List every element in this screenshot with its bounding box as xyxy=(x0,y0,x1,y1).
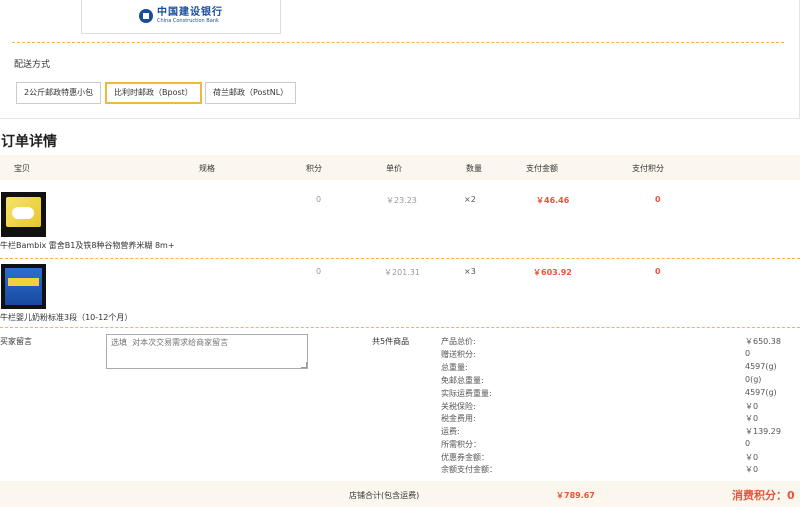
table-header: 宝贝 规格 积分 单价 数量 支付金额 支付积分 xyxy=(0,155,800,180)
item-price: ￥23.23 xyxy=(386,196,417,205)
summary-value: ￥0 xyxy=(745,402,759,411)
store-total-amount: ￥789.67 xyxy=(556,491,595,500)
product-name[interactable]: 牛栏婴儿奶粉标准3段（10-12个月） xyxy=(0,312,132,323)
summary-label: 税金费用: xyxy=(441,414,476,423)
col-spec: 规格 xyxy=(199,164,215,173)
item-price: ￥201.31 xyxy=(384,268,420,277)
store-total-label: 店铺合计(包含运费) xyxy=(349,491,420,500)
summary-label: 所需积分： xyxy=(441,440,481,449)
item-amount: ￥603.92 xyxy=(533,268,572,277)
summary-label: 余额支付金额： xyxy=(441,465,497,474)
summary-value: ￥0 xyxy=(745,414,759,423)
buyer-message-label: 买家留言 xyxy=(0,337,32,346)
resize-handle-icon[interactable] xyxy=(301,362,307,368)
item-amount: ￥46.46 xyxy=(536,196,570,205)
shipping-option-postnl[interactable]: 荷兰邮政（PostNL） xyxy=(205,82,297,104)
item-points: 0 xyxy=(316,195,322,204)
item-qty: ×3 xyxy=(464,267,476,276)
summary-value: 4597(g) xyxy=(745,388,777,397)
buyer-message-wrapper xyxy=(106,334,308,369)
summary-label: 运费: xyxy=(441,427,460,436)
shipping-title: 配送方式 xyxy=(14,60,51,70)
summary-value: ￥0 xyxy=(745,465,759,474)
summary-label: 实际运费重量: xyxy=(441,389,492,398)
col-item: 宝贝 xyxy=(14,164,30,173)
summary-label: 优惠券金额： xyxy=(441,453,489,462)
product-image[interactable] xyxy=(1,264,46,309)
summary-label: 关税保险: xyxy=(441,402,476,411)
item-qty: ×2 xyxy=(464,195,476,204)
item-pay-points: 0 xyxy=(655,195,661,204)
ccb-logo-icon xyxy=(139,8,153,23)
buyer-message-input[interactable] xyxy=(106,334,308,369)
payment-bank-option[interactable]: 中国建设银行 China Construction Bank xyxy=(81,0,281,34)
col-pay-points: 支付积分 xyxy=(632,164,664,173)
bank-name-en: China Construction Bank xyxy=(157,17,219,24)
divider xyxy=(0,327,800,328)
divider xyxy=(0,258,800,259)
item-pay-points: 0 xyxy=(655,267,661,276)
shipping-panel: 中国建设银行 China Construction Bank 配送方式 2公斤邮… xyxy=(0,0,800,119)
summary-value: 0 xyxy=(745,439,751,448)
shipping-option-bpost[interactable]: 比利时邮政（Bpost） xyxy=(105,82,202,104)
bank-logo: 中国建设银行 China Construction Bank xyxy=(139,6,223,24)
store-total-bar: 店铺合计(包含运费) ￥789.67 消费积分：0 xyxy=(0,481,800,507)
item-points: 0 xyxy=(316,267,322,276)
summary-value: ￥0 xyxy=(745,453,759,462)
col-price: 单价 xyxy=(386,164,402,173)
shipping-option-china-post[interactable]: 2公斤邮政特惠小包 xyxy=(16,82,102,104)
summary-label: 免邮总重量: xyxy=(441,376,484,385)
summary-label: 总重量: xyxy=(441,363,468,372)
summary-value: 0(g) xyxy=(745,375,762,384)
summary-label: 产品总价: xyxy=(441,337,476,346)
summary-value: 4597(g) xyxy=(745,362,777,371)
summary-value: ￥139.29 xyxy=(745,427,781,436)
summary-label: 赠送积分: xyxy=(441,350,476,359)
product-image[interactable] xyxy=(1,192,46,237)
summary-value: ￥650.38 xyxy=(745,337,781,346)
product-name[interactable]: 牛栏Bambix 雷舍B1及铁8种谷物营养米糊 8m+ xyxy=(0,240,175,251)
order-details-title: 订单详情 xyxy=(1,134,57,150)
item-count: 共5件商品 xyxy=(372,337,410,346)
summary-value: 0 xyxy=(745,349,751,358)
consumed-points: 消费积分：0 xyxy=(732,489,795,502)
col-points: 积分 xyxy=(306,164,322,173)
divider xyxy=(12,42,784,43)
col-qty: 数量 xyxy=(466,164,482,173)
bank-name-cn: 中国建设银行 xyxy=(157,6,223,18)
col-amount: 支付金额 xyxy=(526,164,558,173)
